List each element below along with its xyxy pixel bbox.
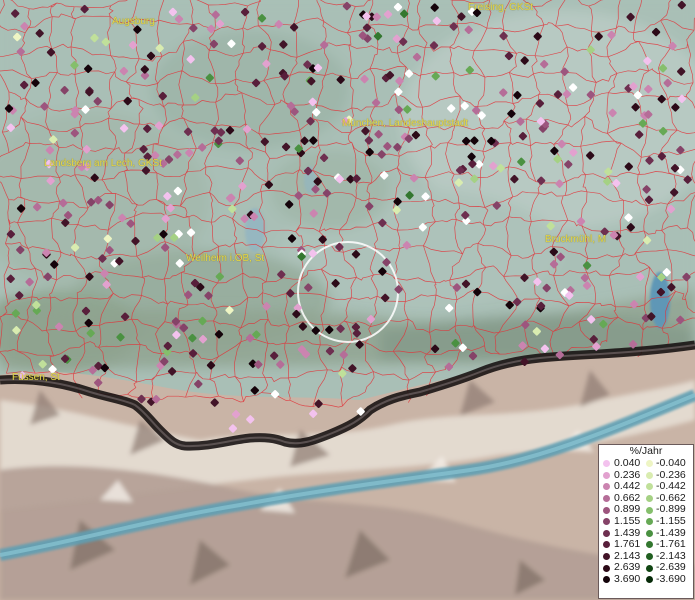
legend-value-negative: -0.040 <box>656 457 686 469</box>
legend-swatch-positive <box>603 460 610 468</box>
legend-row: 0.040 -0.040 <box>599 457 693 470</box>
legend-value-positive: 1.155 <box>614 514 641 527</box>
map-canvas[interactable] <box>0 0 695 600</box>
legend-swatch-positive <box>603 553 610 561</box>
legend-swatch-negative <box>646 471 653 479</box>
legend-swatch-positive <box>603 576 610 584</box>
legend-swatch-negative <box>646 483 653 491</box>
city-label-landsberg: Landsberg am Lech, GKSt <box>44 158 162 169</box>
legend-swatch-negative <box>646 541 653 549</box>
legend-swatch-negative <box>646 529 653 537</box>
legend-value-positive: 1.761 <box>614 538 641 551</box>
legend-swatch-positive <box>603 495 610 503</box>
legend-swatch-negative <box>646 553 653 561</box>
legend-swatch-positive <box>603 471 610 479</box>
legend-value-positive: 0.040 <box>614 457 641 469</box>
legend-swatch-positive <box>603 506 610 514</box>
legend-swatch-negative <box>646 495 653 503</box>
legend-value-negative: -1.155 <box>656 514 686 527</box>
legend-value-positive: 3.690 <box>614 572 641 585</box>
legend-swatch-positive <box>603 518 610 526</box>
legend-swatch-positive <box>603 564 610 572</box>
legend: %/Jahr 0.040 -0.040 0.236 -0.236 0.442 -0.442… <box>598 444 694 599</box>
legend-swatch-positive <box>603 541 610 549</box>
legend-swatch-positive <box>603 483 610 491</box>
city-label-weilheim: Weilheim i.OB, St <box>186 253 265 264</box>
legend-value-negative: -1.761 <box>656 538 686 551</box>
legend-swatch-negative <box>646 518 653 526</box>
legend-row: 3.690 -3.690 <box>599 572 693 586</box>
legend-swatch-negative <box>646 460 653 468</box>
city-label-augsburg: Augsburg <box>112 16 155 27</box>
city-label-fuessen: Füssen, St <box>12 372 60 383</box>
legend-rows: 0.040 -0.040 0.236 -0.236 0.442 -0.442 0.662 -0… <box>599 457 693 586</box>
legend-value-negative: -3.690 <box>656 572 686 585</box>
legend-swatch-negative <box>646 576 653 584</box>
city-label-muenchen: München, Landeshauptstadt <box>342 118 469 129</box>
legend-row: 1.155 -1.155 <box>599 514 693 528</box>
legend-row: 1.761 -1.761 <box>599 539 693 551</box>
city-label-freising: Freising, GKSt <box>468 2 534 13</box>
legend-swatch-negative <box>646 506 653 514</box>
city-label-bruckmuehl: Bruckmühl, M <box>545 234 607 245</box>
legend-swatch-negative <box>646 564 653 572</box>
legend-swatch-positive <box>603 529 610 537</box>
